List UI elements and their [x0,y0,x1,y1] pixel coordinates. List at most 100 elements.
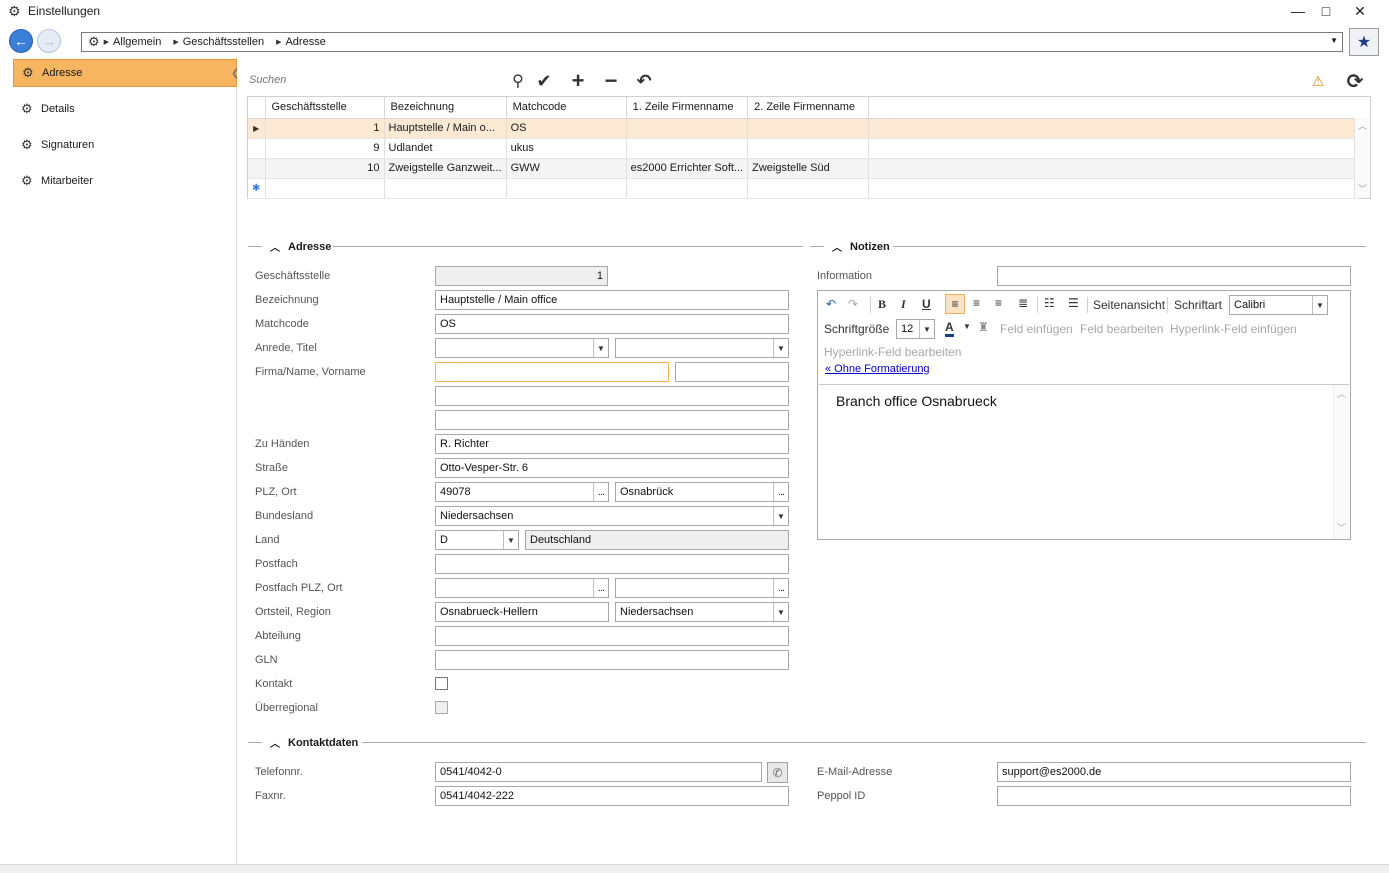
peppol-id-field[interactable] [997,786,1351,806]
chevron-down-icon[interactable]: ▼ [593,339,608,357]
bundesland-select[interactable]: Niedersachsen ▼ [435,506,789,526]
table-row[interactable]: 10 Zweigstelle Ganzweit... GWW es2000 Er… [248,158,1359,179]
sidebar-item-details[interactable]: ⚙ Details [13,95,237,123]
postfach-field[interactable] [435,554,789,574]
scroll-down-icon[interactable]: ﹀ [1358,182,1367,195]
matchcode-field[interactable]: OS [435,314,789,334]
numbered-list-icon[interactable]: ☰ [1068,296,1079,310]
bold-icon[interactable]: B [878,297,886,312]
align-right-icon[interactable]: ≡ [995,296,1002,310]
edit-hyperlink-button[interactable]: Hyperlink-Feld bearbeiten [824,345,961,359]
titel-select[interactable]: ▼ [615,338,789,358]
land-code-select[interactable]: D ▼ [435,530,519,550]
add-icon[interactable]: + [565,68,591,93]
region-select[interactable]: Niedersachsen ▼ [615,602,789,622]
anrede-select[interactable]: ▼ [435,338,609,358]
breadcrumb-item[interactable]: Geschäftsstellen [183,36,264,48]
firma-field[interactable] [435,362,669,382]
new-row[interactable]: ✱ [248,178,1359,199]
scroll-up-icon[interactable]: ︿ [1358,119,1367,132]
section-notizen-header[interactable]: ︿ Notizen [832,239,890,255]
chevron-down-icon[interactable]: ▼ [503,531,518,549]
undo-icon[interactable]: ↶ [826,297,836,311]
column-header[interactable]: Geschäftsstelle [265,97,385,119]
back-button[interactable]: ← [9,29,33,53]
sidebar-item-signaturen[interactable]: ⚙ Signaturen [13,131,237,159]
ort-field[interactable]: Osnabrück ... [615,482,789,502]
page-view-button[interactable]: Seitenansicht [1093,298,1165,312]
gln-field[interactable] [435,650,789,670]
zu-haenden-field[interactable]: R. Richter [435,434,789,454]
search-icon[interactable]: ⚲ [505,69,531,93]
chevron-down-icon[interactable]: ▼ [963,322,971,331]
telefon-field[interactable]: 0541/4042-0 [435,762,762,782]
chevron-down-icon[interactable]: ▼ [773,507,788,525]
editor-content-area[interactable]: Branch office Osnabrueck ︿ ﹀ [819,384,1349,539]
clear-filter-icon[interactable]: ⚠ [1305,69,1331,93]
section-adresse-header[interactable]: ︿ Adresse [270,239,331,255]
postfach-plz-field[interactable]: ... [435,578,609,598]
column-header[interactable]: 1. Zeile Firmenname [626,97,749,119]
font-select[interactable]: Calibri ▼ [1229,295,1328,315]
check-icon[interactable]: ✔ [531,69,557,93]
breadcrumb-item[interactable]: Adresse [285,36,325,48]
bullet-list-icon[interactable]: ☷ [1044,296,1055,310]
ueberregional-checkbox[interactable] [435,701,448,714]
phone-call-button[interactable]: ✆ [767,762,788,783]
bezeichnung-field[interactable]: Hauptstelle / Main office [435,290,789,310]
fax-field[interactable]: 0541/4042-222 [435,786,789,806]
redo-icon[interactable]: ↷ [848,297,858,311]
chevron-down-icon[interactable]: ▼ [1312,296,1327,314]
lookup-button[interactable]: ... [773,579,788,597]
chevron-down-icon[interactable]: ▼ [773,339,788,357]
align-left-icon[interactable]: ≡ [945,294,965,314]
insert-field-button[interactable]: Feld einfügen [1000,322,1073,336]
column-header[interactable]: Matchcode [506,97,627,119]
lookup-button[interactable]: ... [773,483,788,501]
sidebar-item-adresse[interactable]: ⚙ Adresse [13,59,237,87]
information-field[interactable] [997,266,1351,286]
ortsteil-field[interactable]: Osnabrueck-Hellern [435,602,609,622]
grid-scrollbar[interactable]: ︿ ﹀ [1354,118,1370,198]
plz-field[interactable]: 49078 ... [435,482,609,502]
scroll-up-icon[interactable]: ︿ [1337,387,1346,400]
undo-icon[interactable]: ↶ [631,69,657,93]
insert-hyperlink-button[interactable]: Hyperlink-Feld einfügen [1170,322,1297,336]
email-field[interactable]: support@es2000.de [997,762,1351,782]
table-row[interactable]: ▶ 1 Hauptstelle / Main o... OS [248,118,1359,139]
lookup-button[interactable]: ... [593,483,608,501]
table-row[interactable]: 9 Udlandet ukus [248,138,1359,159]
refresh-icon[interactable]: ⟳ [1342,69,1368,93]
highlight-icon[interactable]: ♜ [978,320,989,334]
chevron-down-icon[interactable]: ▼ [1330,36,1338,45]
kontakt-checkbox[interactable] [435,677,448,690]
italic-icon[interactable]: I [901,297,906,312]
sidebar-item-mitarbeiter[interactable]: ⚙ Mitarbeiter [13,167,237,195]
font-color-icon[interactable]: A [945,320,954,337]
align-center-icon[interactable]: ≡ [973,296,980,310]
chevron-down-icon[interactable]: ▼ [773,603,788,621]
lookup-button[interactable]: ... [593,579,608,597]
postfach-ort-field[interactable]: ... [615,578,789,598]
breadcrumb[interactable]: ⚙ ▶ Allgemein ▶ Geschäftsstellen ▶ Adres… [81,32,1343,52]
geschaeftsstelle-field[interactable]: 1 [435,266,608,286]
chevron-down-icon[interactable]: ▼ [919,320,934,338]
collapse-sidebar-icon[interactable]: ❮ [231,68,239,79]
firma2-field[interactable] [435,386,789,406]
favorite-button[interactable]: ★ [1349,28,1379,56]
column-header[interactable]: Bezeichnung [384,97,507,119]
scroll-down-icon[interactable]: ﹀ [1337,521,1346,534]
vorname-field[interactable] [675,362,789,382]
strasse-field[interactable]: Otto-Vesper-Str. 6 [435,458,789,478]
search-input[interactable] [247,69,507,91]
section-kontaktdaten-header[interactable]: ︿ Kontaktdaten [270,735,358,751]
edit-field-button[interactable]: Feld bearbeiten [1080,322,1163,336]
close-button[interactable]: ✕ [1345,0,1375,22]
remove-icon[interactable]: − [598,68,624,93]
underline-icon[interactable]: U [922,297,931,311]
align-justify-icon[interactable]: ≣ [1018,296,1028,310]
column-header[interactable]: 2. Zeile Firmenname [747,97,870,119]
editor-scrollbar[interactable]: ︿ ﹀ [1333,385,1349,538]
maximize-button[interactable]: □ [1311,0,1341,22]
font-size-select[interactable]: 12 ▼ [896,319,935,339]
